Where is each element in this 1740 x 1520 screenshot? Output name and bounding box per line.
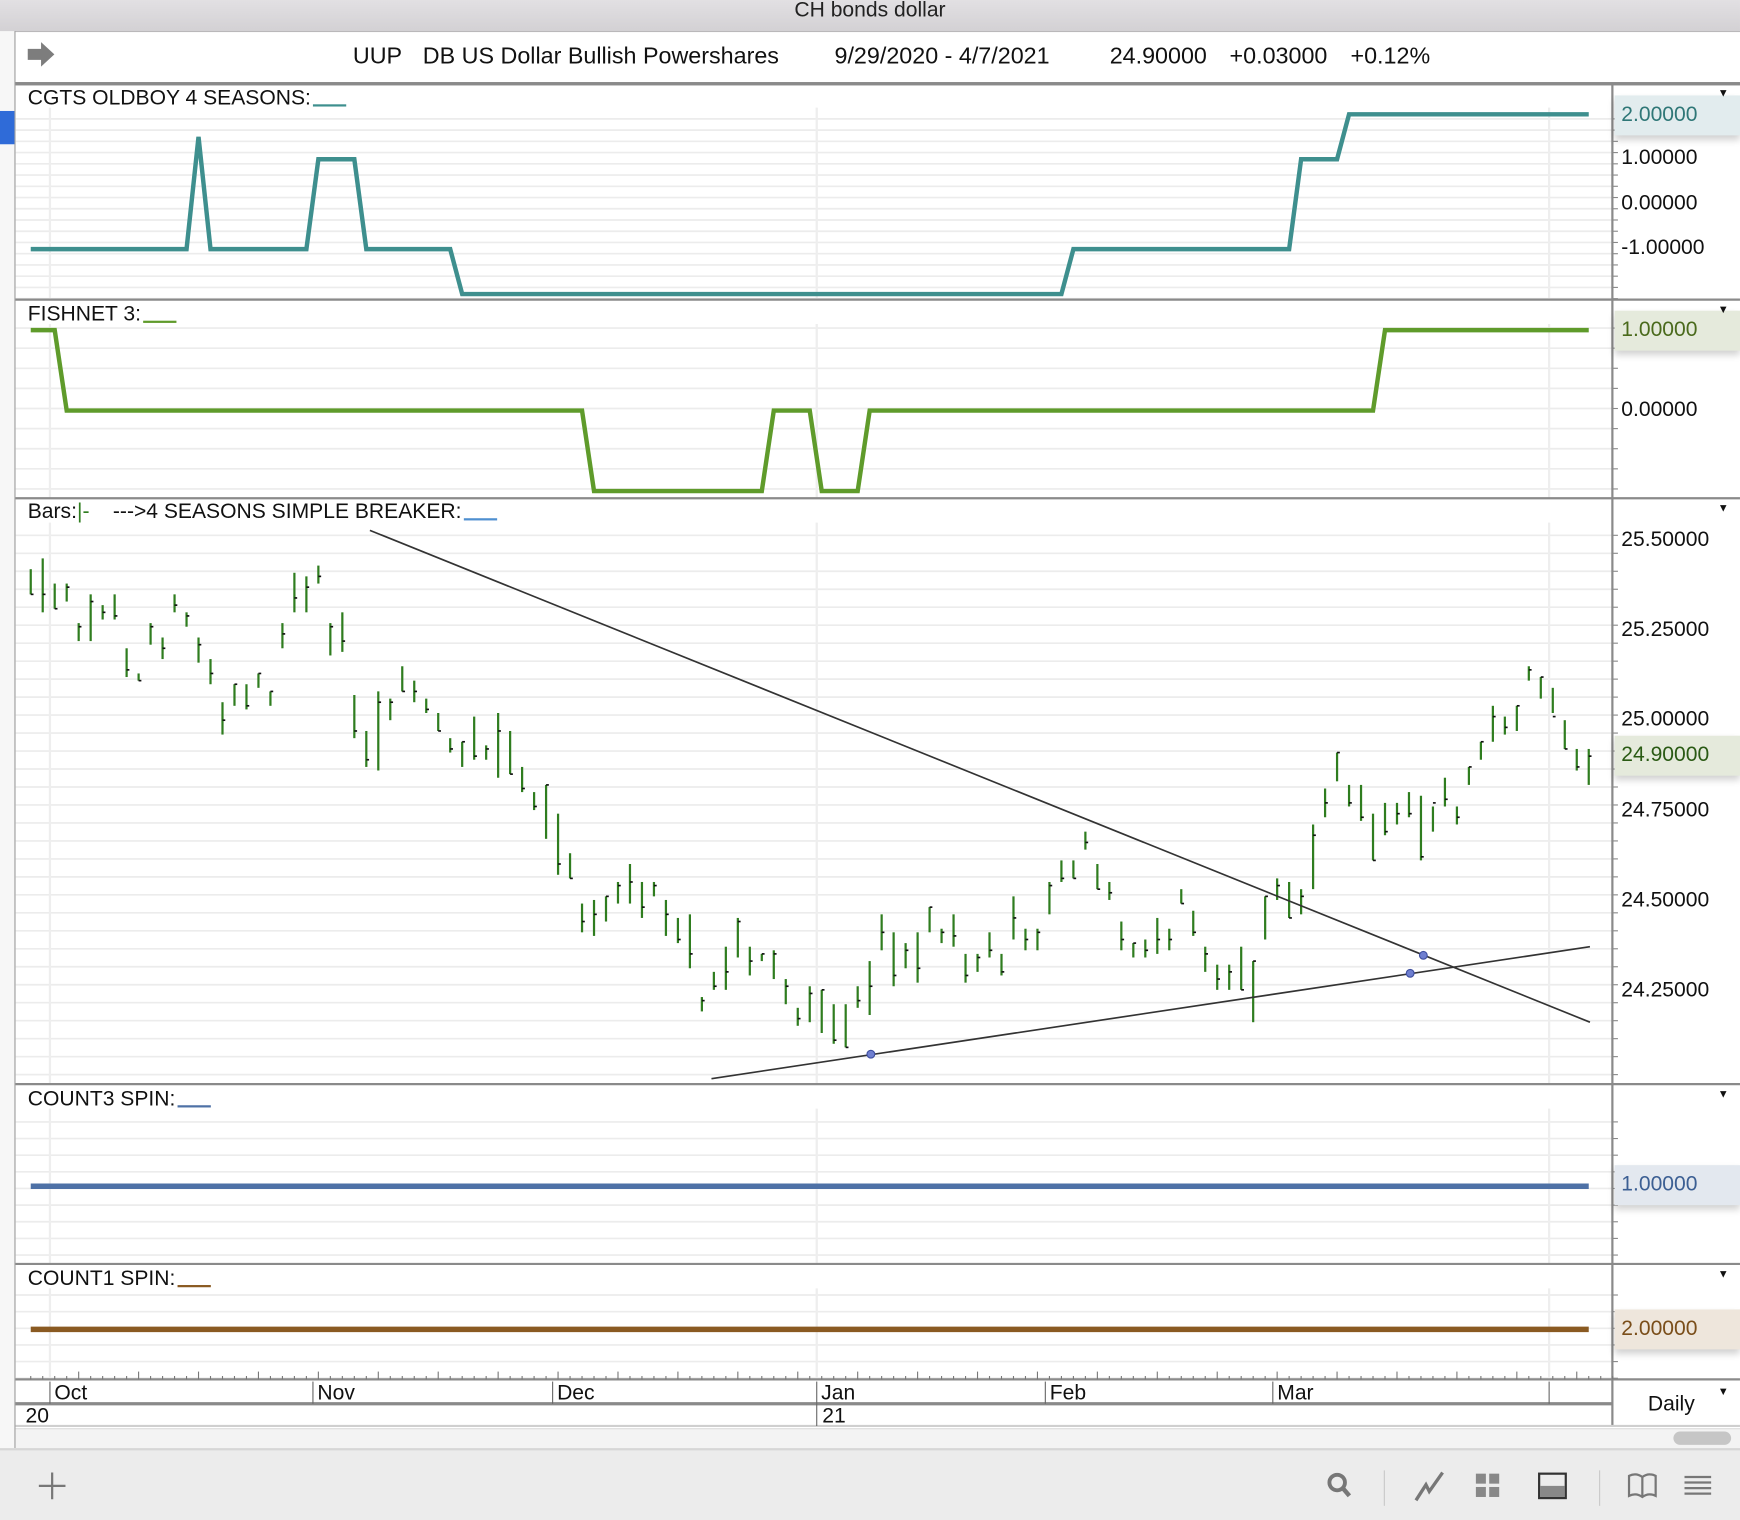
month-label: Oct	[54, 1381, 88, 1405]
current-value-count1: 2.00000	[1614, 1309, 1740, 1350]
current-value-fishnet: 1.00000	[1614, 310, 1740, 351]
panel-menu-dropdown-icon[interactable]: ▼	[1718, 304, 1729, 316]
toolbar-separator	[1599, 1470, 1601, 1506]
legend-line-brown	[177, 1285, 211, 1288]
menu-icon[interactable]	[1681, 1467, 1714, 1505]
y-tick: 25.25000	[1621, 618, 1710, 642]
y-tick: 0.00000	[1621, 191, 1698, 216]
legend-line-blue	[177, 1105, 211, 1108]
panel-menu-dropdown-icon[interactable]: ▼	[1718, 1268, 1729, 1280]
chevron-down-icon: ▼	[1717, 1386, 1729, 1399]
month-label: Feb	[1049, 1381, 1087, 1405]
fishnet3-line	[30, 327, 1589, 494]
current-value-count3: 1.00000	[1614, 1165, 1740, 1206]
current-value-price: 24.90000	[1614, 735, 1740, 776]
y-tick: 25.50000	[1621, 528, 1710, 552]
panel-menu-dropdown-icon[interactable]: ▼	[1718, 88, 1729, 100]
year-label: 21	[822, 1404, 846, 1429]
search-icon[interactable]	[1323, 1467, 1356, 1505]
y-tick: 25.00000	[1621, 707, 1710, 732]
chart-window: CH bonds dollar UUP DB US Dollar Bullish…	[0, 0, 1740, 1520]
interval-select[interactable]: Daily ▼	[1613, 1380, 1740, 1427]
trendline-anchor-handle	[1405, 968, 1415, 978]
month-label: Dec	[557, 1381, 595, 1405]
legend-line-blue	[463, 518, 498, 521]
panel-label-count3: COUNT3 SPIN:	[28, 1087, 211, 1111]
trendline-anchor-handle	[1418, 950, 1428, 960]
legend-line-green	[143, 320, 177, 323]
panel-menu-dropdown-icon[interactable]: ▼	[1718, 1089, 1729, 1101]
line-chart-icon[interactable]	[1413, 1467, 1446, 1505]
year-label: 20	[25, 1404, 49, 1429]
current-value-cgts: 2.00000	[1614, 95, 1740, 136]
panel-menu-dropdown-icon[interactable]: ▼	[1718, 503, 1729, 515]
month-label: Mar	[1277, 1381, 1314, 1405]
horizontal-scrollbar[interactable]	[15, 1428, 1740, 1450]
panel-label-count1: COUNT1 SPIN:	[28, 1267, 211, 1291]
month-label: Nov	[317, 1381, 355, 1405]
y-tick: 24.25000	[1621, 978, 1710, 1003]
chart-canvas[interactable]	[0, 0, 1740, 1520]
y-tick: 24.50000	[1621, 888, 1710, 913]
trendline-anchor-handle	[866, 1049, 876, 1059]
y-tick: 1.00000	[1621, 146, 1698, 170]
y-tick: -1.00000	[1621, 236, 1705, 260]
month-label: Jan	[821, 1381, 856, 1405]
y-tick: 24.75000	[1621, 798, 1710, 823]
panel-layout-icon[interactable]	[1536, 1467, 1569, 1505]
panel-label-bars: Bars:|- --->4 SEASONS SIMPLE BREAKER:	[28, 500, 498, 524]
scrollbar-thumb[interactable]	[1673, 1431, 1732, 1445]
y-tick: 0.00000	[1621, 398, 1698, 422]
book-icon[interactable]	[1626, 1467, 1659, 1505]
legend-line-teal	[313, 104, 347, 107]
toolbar-separator	[1383, 1470, 1385, 1506]
panel-label-fishnet: FISHNET 3:	[28, 303, 177, 327]
grid-icon[interactable]	[1471, 1467, 1504, 1505]
add-icon[interactable]	[36, 1467, 69, 1505]
panel-label-cgts: CGTS OLDBOY 4 SEASONS:	[28, 87, 347, 111]
